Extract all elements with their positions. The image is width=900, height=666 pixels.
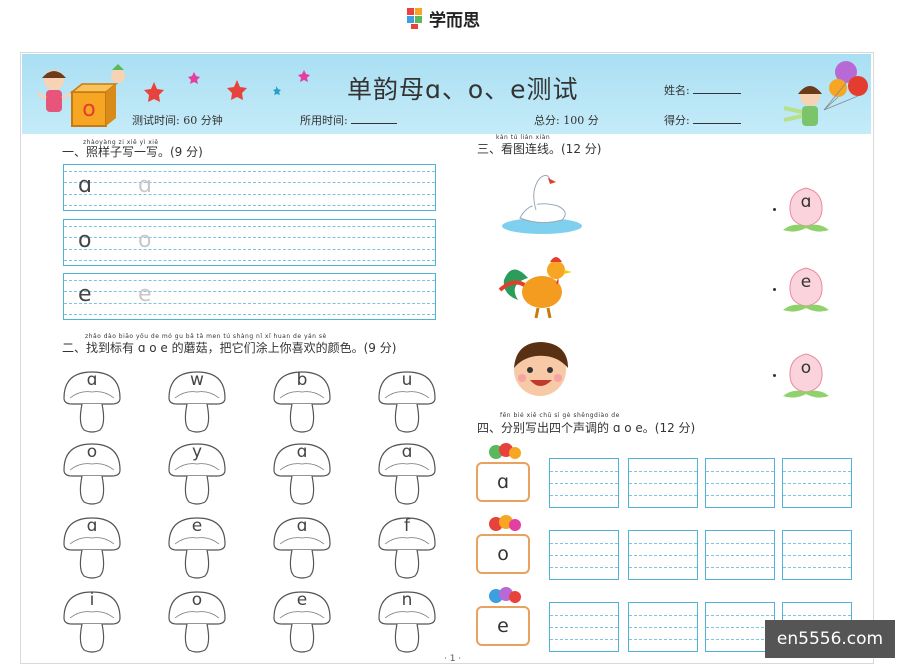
trace-letter: o: [138, 228, 152, 253]
mushroom-letter: e: [191, 516, 203, 536]
mushroom[interactable]: y: [165, 440, 229, 506]
mushroom[interactable]: ɑ: [270, 440, 334, 506]
mushroom[interactable]: b: [270, 368, 334, 434]
mushroom[interactable]: ɑ: [270, 514, 334, 580]
mushroom-letter: f: [404, 516, 410, 536]
used-time-label: 所用时间:: [300, 114, 348, 127]
vowel-box: e: [476, 606, 530, 646]
mushroom-letter: w: [190, 370, 204, 390]
mushroom-letter: i: [89, 590, 95, 610]
tone-writing-box[interactable]: [549, 530, 619, 580]
mushroom-letter: e: [296, 590, 308, 610]
total-score: 总分: 100 分: [534, 114, 599, 127]
writing-row-a[interactable]: ɑ ɑ: [63, 164, 436, 211]
mushroom-letter: u: [401, 370, 413, 390]
tone-writing-box[interactable]: [549, 602, 619, 652]
stars-decoration-icon: [144, 70, 310, 102]
page-title: 单韵母ɑ、o、e测试: [347, 75, 579, 104]
score-label: 得分:: [664, 114, 690, 127]
mushroom-letter: ɑ: [86, 516, 98, 536]
tone-writing-box[interactable]: [705, 530, 775, 580]
vowel-box: o: [476, 534, 530, 574]
section3-title: 三、看图连线。(12 分): [477, 142, 602, 156]
used-time-blank: [350, 115, 397, 124]
mushroom[interactable]: n: [375, 588, 439, 654]
section2-title: 二、找到标有 ɑ o e 的蘑菇，把它们涂上你喜欢的颜色。(9 分): [62, 341, 397, 355]
score-blank: [692, 115, 741, 124]
brand-mark-icon: [407, 8, 422, 29]
girl-with-cube-icon: o: [37, 64, 125, 127]
tone-writing-box[interactable]: [628, 602, 698, 652]
test-time: 测试时间: 60 分钟: [132, 114, 223, 127]
tone-writing-box[interactable]: [628, 530, 698, 580]
mushroom[interactable]: w: [165, 368, 229, 434]
mushroom-letter: ɑ: [296, 516, 308, 536]
mushroom[interactable]: u: [375, 368, 439, 434]
connect-dot[interactable]: [773, 374, 776, 377]
mushroom-letter: o: [191, 590, 203, 610]
tone-writing-box[interactable]: [549, 458, 619, 508]
writing-row-e[interactable]: e e: [63, 273, 436, 320]
rooster-picture[interactable]: [498, 250, 578, 320]
mushroom[interactable]: o: [165, 588, 229, 654]
page-number: · 1 ·: [444, 654, 462, 664]
name-label: 姓名:: [664, 84, 690, 97]
mushroom[interactable]: ɑ: [60, 514, 124, 580]
mushroom-letter: b: [296, 370, 308, 390]
brand-logo: 学而思: [405, 5, 480, 31]
example-letter: e: [78, 282, 92, 307]
mushroom[interactable]: o: [60, 440, 124, 506]
mushroom[interactable]: e: [270, 588, 334, 654]
example-letter: ɑ: [78, 173, 92, 198]
writing-row-o[interactable]: o o: [63, 219, 436, 266]
peach-letter: e: [800, 272, 812, 292]
score-field: 得分:: [664, 112, 741, 128]
cube-letter: o: [82, 97, 95, 122]
connect-dot[interactable]: [773, 208, 776, 211]
peach-card[interactable]: ɑ: [781, 184, 831, 234]
mushroom[interactable]: f: [375, 514, 439, 580]
section4-title: 四、分别写出四个声调的 ɑ o e。(12 分): [477, 421, 696, 435]
tone-writing-box[interactable]: [782, 530, 852, 580]
watermark: en5556.com: [765, 620, 895, 658]
used-time-field: 所用时间:: [300, 112, 397, 128]
example-letter: o: [78, 228, 92, 253]
name-field: 姓名:: [664, 82, 741, 98]
section4-pinyin: fēn bié xiě chū sì gè shēngdiào de: [500, 412, 620, 419]
swan-picture[interactable]: [500, 170, 582, 236]
mushroom-letter: ɑ: [401, 442, 413, 462]
tone-writing-box[interactable]: [782, 458, 852, 508]
mushroom-letter: ɑ: [296, 442, 308, 462]
trace-letter: ɑ: [138, 173, 152, 198]
mushroom[interactable]: i: [60, 588, 124, 654]
section1-title: 一、照样子写一写。(9 分): [62, 145, 203, 159]
vowel-box: ɑ: [476, 462, 530, 502]
name-blank: [692, 85, 741, 94]
peach-card[interactable]: e: [781, 264, 831, 314]
child-face-picture[interactable]: [506, 338, 576, 400]
mushroom[interactable]: ɑ: [375, 440, 439, 506]
brand-name: 学而思: [429, 10, 480, 31]
connect-dot[interactable]: [773, 288, 776, 291]
tone-writing-box[interactable]: [705, 458, 775, 508]
trace-letter: e: [138, 282, 152, 307]
tone-writing-box[interactable]: [628, 458, 698, 508]
mushroom-letter: o: [86, 442, 98, 462]
mushroom-letter: y: [191, 442, 203, 462]
header-banner: o 单韵母ɑ、o、e测试 姓名: 测试时间: 60 分钟 所用时间: 总分: 1…: [22, 54, 871, 134]
girl-with-balloons-icon: [783, 61, 868, 126]
peach-card[interactable]: o: [781, 350, 831, 400]
peach-letter: ɑ: [800, 192, 812, 212]
mushroom[interactable]: ɑ: [60, 368, 124, 434]
mushroom-letter: n: [401, 590, 413, 610]
mushroom[interactable]: e: [165, 514, 229, 580]
peach-letter: o: [800, 358, 812, 378]
mushroom-letter: ɑ: [86, 370, 98, 390]
